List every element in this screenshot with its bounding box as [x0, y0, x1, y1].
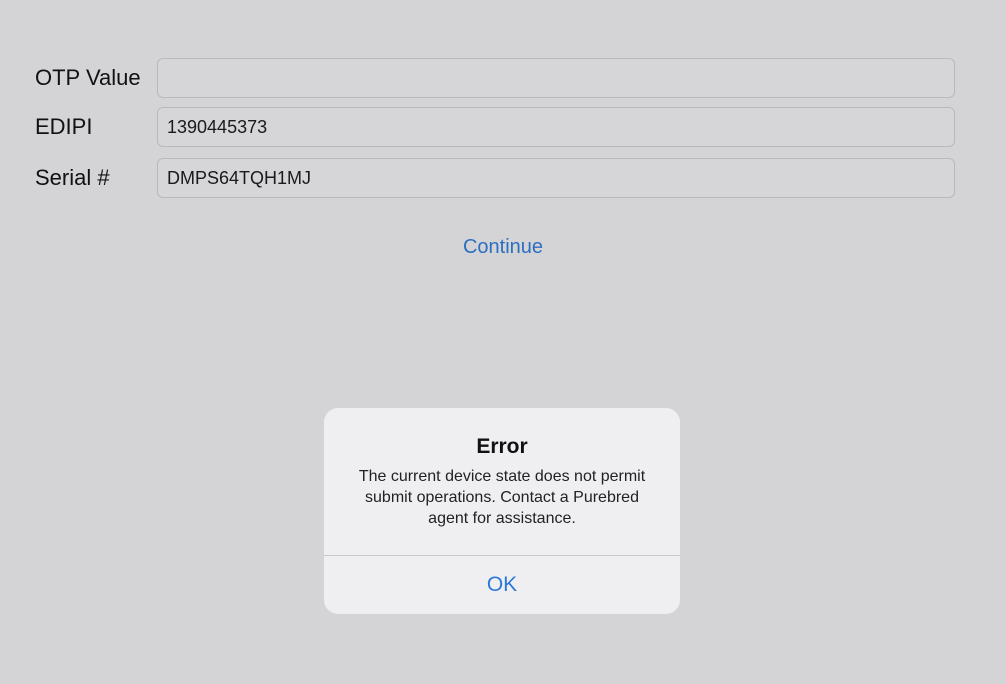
- edipi-row: EDIPI: [0, 107, 1006, 147]
- otp-label: OTP Value: [35, 65, 141, 90]
- ok-button[interactable]: OK: [324, 556, 680, 614]
- serial-input[interactable]: [157, 158, 955, 198]
- otp-row: OTP Value: [0, 58, 1006, 98]
- serial-row: Serial #: [0, 158, 1006, 198]
- edipi-input[interactable]: [157, 107, 955, 147]
- continue-button[interactable]: Continue: [0, 232, 1006, 262]
- alert-title: Error: [476, 435, 528, 458]
- edipi-label: EDIPI: [35, 114, 93, 139]
- serial-label: Serial #: [35, 165, 110, 190]
- error-alert: Error The current device state does not …: [324, 408, 680, 614]
- alert-message: The current device state does not permit…: [358, 468, 646, 527]
- otp-input[interactable]: [157, 58, 955, 98]
